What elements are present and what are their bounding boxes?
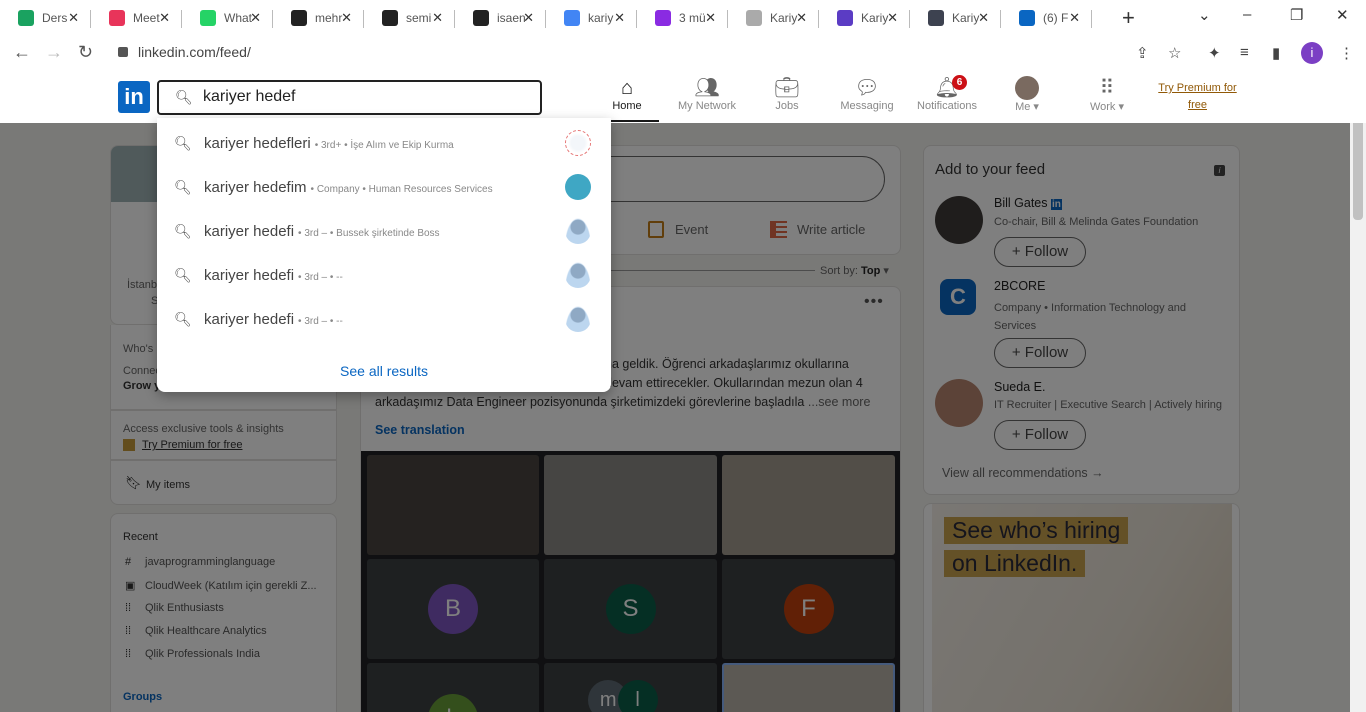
close-tab-icon[interactable]: ✕ <box>796 10 807 26</box>
forward-icon[interactable]: → <box>45 42 63 63</box>
browser-tab-bar: Ders ✕ Meet ✕ What ✕ mehr ✕ semi ✕ isaen ✕ kariy ✕ 3 m… <box>0 0 1366 36</box>
browser-tab[interactable]: Ders ✕ <box>0 0 91 36</box>
see-all-results-link[interactable]: See all results <box>157 363 611 379</box>
close-tab-icon[interactable]: ✕ <box>250 10 261 26</box>
tab-search-icon[interactable]: ⌄ <box>1198 6 1211 24</box>
smiley-icon <box>837 10 853 26</box>
browser-tab[interactable]: Kariy ✕ <box>910 0 1001 36</box>
search-icon: 🔍︎ <box>174 134 192 151</box>
close-tab-icon[interactable]: ✕ <box>705 10 716 26</box>
share-icon[interactable]: ⇪ <box>1136 44 1149 62</box>
nav-jobs[interactable]: 💼︎ Jobs <box>747 76 827 112</box>
close-tab-icon[interactable]: ✕ <box>887 10 898 26</box>
result-avatar <box>565 262 591 288</box>
search-suggestions: 🔍︎ kariyer hedefleri • 3rd+ • İşe Alım ve … <box>157 118 611 392</box>
bell-icon: 🔔︎ <box>934 77 960 99</box>
close-tab-icon[interactable]: ✕ <box>614 10 625 26</box>
result-avatar <box>565 218 591 244</box>
side-panel-icon[interactable]: ▮ <box>1272 44 1280 62</box>
search-icon: 🔍︎ <box>174 310 192 327</box>
new-tab-button[interactable]: + <box>1122 5 1135 31</box>
google-icon <box>564 10 580 26</box>
search-icon: 🔍︎ <box>174 178 192 195</box>
nav-home[interactable]: ⌂ Home <box>587 76 667 122</box>
whatsapp-icon <box>200 10 216 26</box>
github-icon <box>473 10 489 26</box>
browser-tab[interactable]: Meet ✕ <box>91 0 182 36</box>
try-premium-link[interactable]: Try Premium for free <box>1150 80 1245 114</box>
bookmark-star-icon[interactable]: ☆ <box>1168 44 1181 62</box>
profile-avatar[interactable]: i <box>1301 42 1323 64</box>
avatar <box>987 76 1067 100</box>
close-tab-icon[interactable]: ✕ <box>523 10 534 26</box>
search-icon: 🔍︎ <box>174 266 192 283</box>
linkedin-logo[interactable]: in <box>118 81 150 113</box>
menu-icon[interactable]: ⋮ <box>1339 44 1354 62</box>
back-icon[interactable]: ← <box>13 42 31 63</box>
nav-messaging[interactable]: 💬︎ Messaging <box>827 76 907 112</box>
message-icon: 💬︎ <box>854 77 880 99</box>
browser-tab[interactable]: mehr ✕ <box>273 0 364 36</box>
close-window-button[interactable]: ✕ <box>1336 6 1349 24</box>
notification-badge: 6 <box>952 75 967 90</box>
chevron-down-icon: ▾ <box>1030 101 1039 113</box>
search-suggestion[interactable]: 🔍︎ kariyer hedefi • 3rd – • Bussek şirketi… <box>157 209 611 253</box>
microphone-icon <box>746 10 762 26</box>
k-icon <box>655 10 671 26</box>
grid-icon: ⠿ <box>1099 77 1115 99</box>
compass-icon <box>928 10 944 26</box>
close-tab-icon[interactable]: ✕ <box>159 10 170 26</box>
search-suggestion[interactable]: 🔍︎ kariyer hedefi • 3rd – • -- <box>157 297 611 341</box>
close-tab-icon[interactable]: ✕ <box>68 10 79 26</box>
green-cross-icon <box>18 10 34 26</box>
nav-notifications[interactable]: 🔔︎ 6 Notifications <box>907 75 987 112</box>
search-box[interactable]: 🔍︎ <box>157 80 542 115</box>
search-input[interactable] <box>203 88 523 106</box>
home-icon: ⌂ <box>620 77 634 99</box>
restore-button[interactable]: ❐ <box>1290 6 1303 24</box>
address-bar: ← → ↻ linkedin.com/feed/ ⇪ ☆ ✦ ≡ ▮ i ⋮ <box>0 36 1366 70</box>
browser-tab[interactable]: (6) F ✕ <box>1001 0 1092 36</box>
network-icon: 👥︎ <box>694 77 720 99</box>
browser-tab[interactable]: Kariy ✕ <box>819 0 910 36</box>
browser-tab[interactable]: Kariy ✕ <box>728 0 819 36</box>
github-icon <box>382 10 398 26</box>
chevron-down-icon: ▾ <box>1115 101 1125 113</box>
nav-work[interactable]: ⠿ Work ▾ <box>1067 76 1147 113</box>
github-icon <box>291 10 307 26</box>
browser-tab[interactable]: What ✕ <box>182 0 273 36</box>
lock-icon <box>118 47 128 57</box>
search-suggestion[interactable]: 🔍︎ kariyer hedefi • 3rd – • -- <box>157 253 611 297</box>
close-tab-icon[interactable]: ✕ <box>341 10 352 26</box>
result-avatar <box>565 130 591 156</box>
result-avatar <box>565 306 591 332</box>
play-icon <box>109 10 125 26</box>
scrollbar[interactable] <box>1350 70 1366 712</box>
browser-tab[interactable]: kariy ✕ <box>546 0 637 36</box>
reload-icon[interactable]: ↻ <box>78 42 93 63</box>
minimize-button[interactable]: – <box>1243 6 1251 23</box>
browser-tab[interactable]: isaen ✕ <box>455 0 546 36</box>
browser-tab[interactable]: semi ✕ <box>364 0 455 36</box>
nav-my-network[interactable]: 👥︎ My Network <box>667 76 747 112</box>
result-avatar <box>565 174 591 200</box>
linkedin-icon <box>1019 10 1035 26</box>
nav-me[interactable]: Me ▾ <box>987 76 1067 113</box>
search-suggestion[interactable]: 🔍︎ kariyer hedefleri • 3rd+ • İşe Alım ve … <box>157 121 611 165</box>
extensions-icon[interactable]: ✦ <box>1208 44 1221 62</box>
close-tab-icon[interactable]: ✕ <box>978 10 989 26</box>
search-icon: 🔍︎ <box>174 222 192 239</box>
close-tab-icon[interactable]: ✕ <box>432 10 443 26</box>
search-icon: 🔍︎ <box>175 89 193 105</box>
browser-tab[interactable]: 3 mü ✕ <box>637 0 728 36</box>
briefcase-icon: 💼︎ <box>774 77 800 99</box>
url-field[interactable]: linkedin.com/feed/ <box>118 44 251 60</box>
media-icon[interactable]: ≡ <box>1240 44 1249 61</box>
close-tab-icon[interactable]: ✕ <box>1069 10 1080 26</box>
search-suggestion[interactable]: 🔍︎ kariyer hedefim • Company • Human Resou… <box>157 165 611 209</box>
